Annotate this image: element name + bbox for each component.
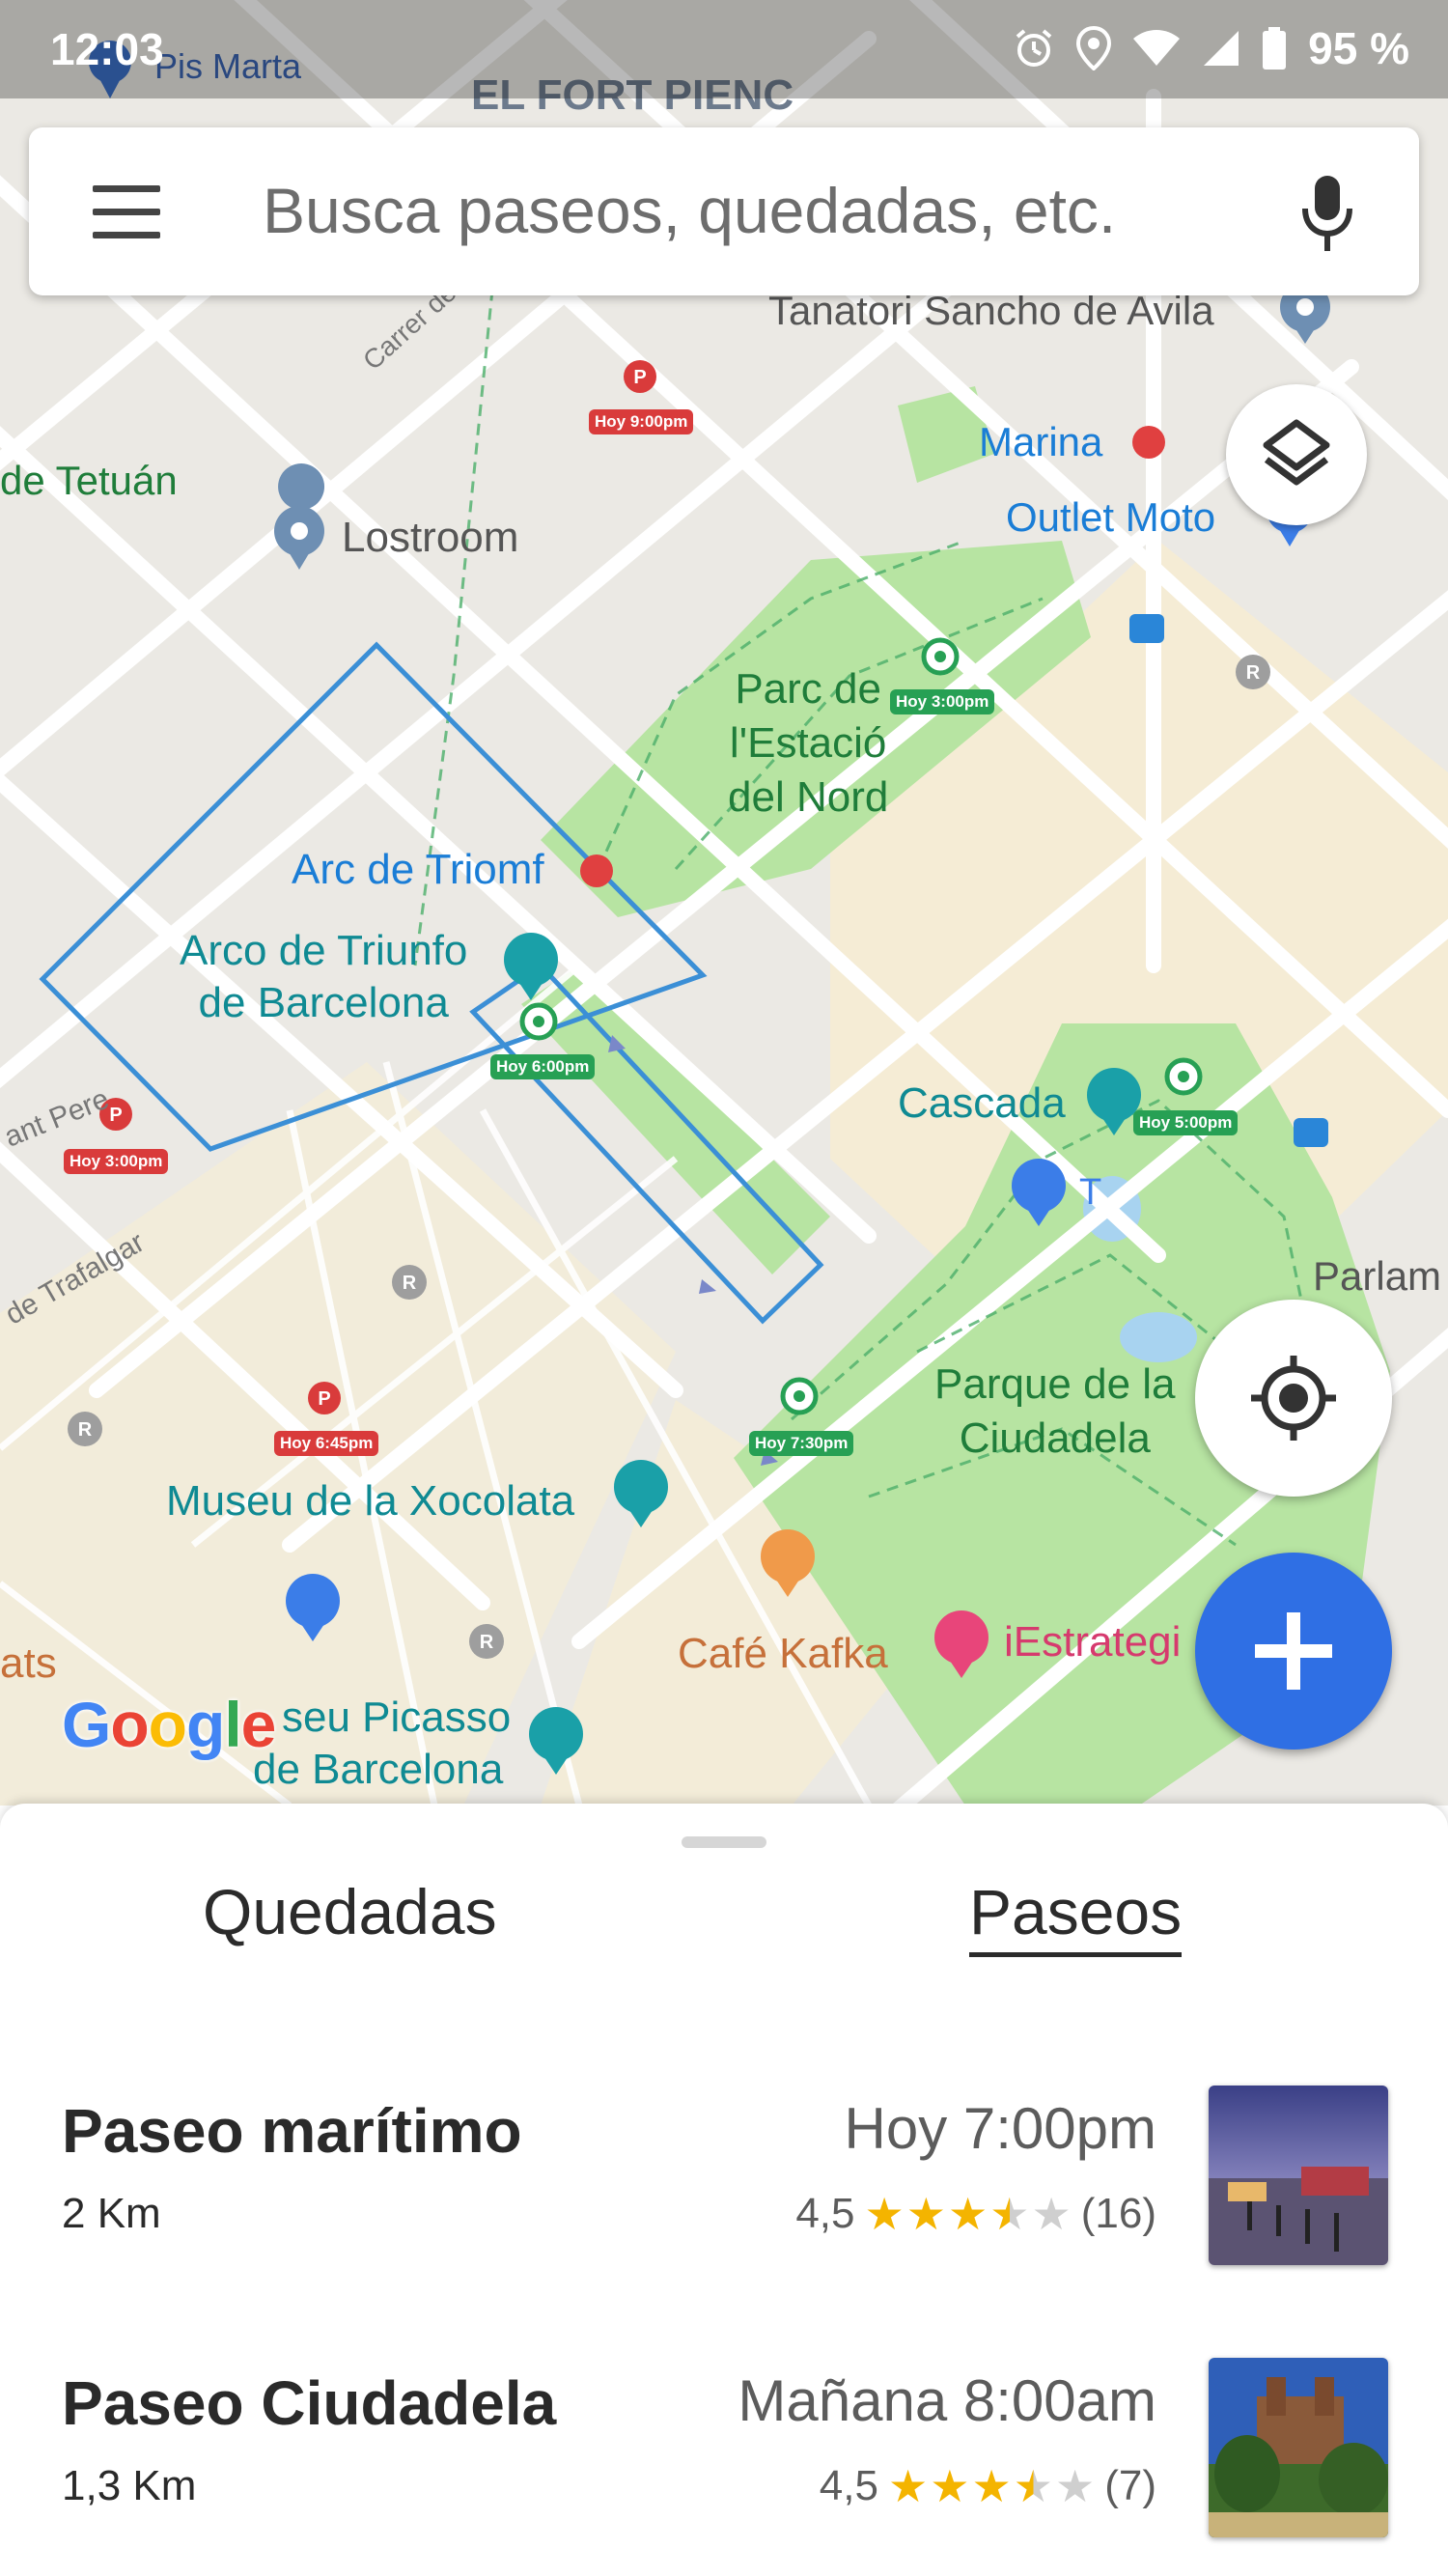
sheet-drag-handle[interactable] [682, 1836, 766, 1848]
svg-text:P: P [633, 367, 646, 388]
time-badge: Hoy 6:00pm [490, 1054, 596, 1079]
label-picasso-line1: seu Picasso [282, 1694, 512, 1741]
item-thumbnail-image[interactable] [1209, 2358, 1388, 2537]
svg-text:P: P [318, 1388, 330, 1410]
label-arc-de-triomf[interactable]: Arc de Triomf [292, 846, 544, 894]
star-icon: ★ [1013, 2461, 1053, 2511]
rating-value: 4,5 [795, 2190, 855, 2237]
time-badge: Hoy 6:45pm [274, 1431, 379, 1456]
list-item-paseo-maritimo[interactable]: Paseo marítimo 2 Km Hoy 7:00pm 4,5 ★ ★ ★ ★ ★… [0, 2086, 1448, 2327]
label-estrategi[interactable]: iEstrategi [1004, 1618, 1181, 1666]
star-icon: ★ [948, 2189, 989, 2239]
alarm-icon [1016, 29, 1052, 67]
label-arco-de-triunfo[interactable]: Arco de Triunfo de Barcelona [180, 925, 467, 1029]
item-time: Hoy 7:00pm [844, 2096, 1157, 2161]
item-title: Paseo Ciudadela [62, 2368, 557, 2438]
menu-icon[interactable] [93, 185, 160, 239]
search-bar[interactable]: Busca paseos, quedadas, etc. [29, 127, 1419, 295]
star-icon: ★ [989, 2189, 1030, 2239]
label-de-tetuan: de Tetuán [0, 458, 178, 503]
star-rating: ★ ★ ★ ★ ★ [888, 2464, 1095, 2508]
label-arco-line1: Arco de Triunfo [180, 927, 468, 974]
list-item-paseo-ciudadela[interactable]: Paseo Ciudadela 1,3 Km Mañana 8:00am 4,5… [0, 2358, 1448, 2576]
star-icon: ★ [1031, 2189, 1072, 2239]
item-time: Mañana 8:00am [738, 2368, 1156, 2433]
time-badge: Hoy 3:00pm [890, 689, 995, 714]
item-title: Paseo marítimo [62, 2096, 522, 2166]
star-rating: ★ ★ ★ ★ ★ [865, 2192, 1072, 2236]
battery-icon [1263, 27, 1287, 70]
mic-icon[interactable] [1294, 170, 1361, 257]
svg-text:R: R [1246, 662, 1261, 684]
item-rating: 4,5 ★ ★ ★ ★ ★ (7) [820, 2462, 1156, 2510]
item-distance: 2 Km [62, 2190, 161, 2237]
label-museu-xocolata[interactable]: Museu de la Xocolata [166, 1477, 574, 1526]
google-logo: Google [62, 1689, 276, 1760]
star-icon: ★ [864, 2189, 905, 2239]
location-icon [1076, 26, 1112, 70]
tab-paseos[interactable]: Paseos [969, 1875, 1183, 1957]
label-parc-estacio-line2: l'Estació [729, 719, 887, 767]
label-t: T [1079, 1172, 1102, 1213]
status-bar: 12:03 95 % [0, 0, 1448, 98]
layers-icon [1263, 419, 1330, 486]
my-location-button[interactable] [1195, 1300, 1392, 1497]
label-marina[interactable]: Marina [979, 419, 1102, 465]
label-outlet-moto[interactable]: Outlet Moto [1006, 494, 1215, 541]
label-arco-line2: de Barcelona [198, 979, 449, 1026]
status-time: 12:03 [50, 24, 164, 74]
time-badge: Hoy 9:00pm [589, 409, 694, 434]
label-ats: ats [0, 1639, 57, 1687]
label-parc-estacio[interactable]: Parc de l'Estació del Nord [728, 662, 888, 825]
item-distance: 1,3 Km [62, 2462, 197, 2509]
label-parc-estacio-line3: del Nord [728, 773, 889, 821]
tab-quedadas[interactable]: Quedadas [203, 1875, 497, 1948]
svg-text:R: R [403, 1273, 417, 1294]
svg-text:R: R [480, 1632, 494, 1653]
add-icon [1255, 1612, 1332, 1690]
label-parque-ciudadela[interactable]: Parque de la Ciudadela [934, 1358, 1176, 1466]
time-badge: Hoy 5:00pm [1133, 1110, 1239, 1135]
label-parc-estacio-line1: Parc de [735, 665, 881, 713]
star-icon: ★ [930, 2461, 970, 2511]
label-lostroom[interactable]: Lostroom [342, 514, 518, 562]
item-thumbnail-image[interactable] [1209, 2086, 1388, 2265]
layers-button[interactable] [1226, 384, 1367, 525]
label-parlam[interactable]: Parlam [1313, 1253, 1441, 1300]
item-rating: 4,5 ★ ★ ★ ★ ★ (16) [795, 2190, 1156, 2238]
time-badge: Hoy 3:00pm [64, 1149, 169, 1174]
thumb-maritimo [1209, 2086, 1388, 2265]
review-count: (16) [1080, 2190, 1156, 2237]
thumb-ciudadela [1209, 2358, 1388, 2537]
add-button[interactable] [1195, 1553, 1392, 1750]
search-input[interactable]: Busca paseos, quedadas, etc. [263, 174, 1116, 247]
label-picasso-line2: de Barcelona [253, 1746, 504, 1793]
label-parque-line1: Parque de la [934, 1360, 1176, 1408]
wifi-icon [1133, 30, 1181, 66]
star-icon: ★ [887, 2461, 929, 2511]
time-badge: Hoy 7:30pm [749, 1431, 854, 1456]
rating-value: 4,5 [819, 2462, 878, 2509]
label-cascada[interactable]: Cascada [898, 1079, 1066, 1128]
review-count: (7) [1104, 2462, 1156, 2509]
label-cafe-kafka[interactable]: Café Kafka [678, 1630, 888, 1678]
battery-percent: 95 % [1308, 23, 1409, 73]
status-icons: 95 % [1013, 19, 1409, 77]
star-icon: ★ [905, 2189, 946, 2239]
my-location-icon [1251, 1356, 1336, 1441]
star-icon: ★ [1054, 2461, 1096, 2511]
label-parque-line2: Ciudadela [959, 1414, 1151, 1462]
star-icon: ★ [971, 2461, 1012, 2511]
label-museu-picasso[interactable]: seu Picasso de Barcelona [253, 1692, 511, 1796]
signal-icon [1204, 31, 1239, 66]
bottom-sheet[interactable]: Quedadas Paseos Paseo marítimo 2 Km Hoy … [0, 1804, 1448, 2576]
svg-text:R: R [78, 1419, 93, 1441]
